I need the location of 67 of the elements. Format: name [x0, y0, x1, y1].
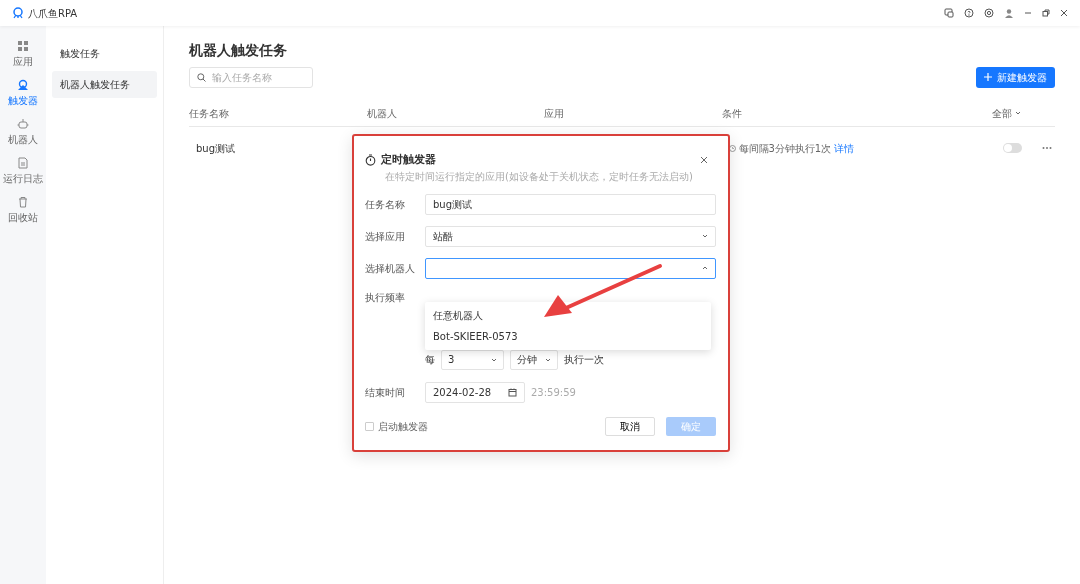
- calendar-icon: [508, 387, 517, 397]
- number-field[interactable]: 3: [441, 349, 504, 370]
- nav-item[interactable]: 触发器: [8, 79, 38, 108]
- search-field[interactable]: 输入任务名称: [189, 66, 313, 88]
- chevron-down-icon: [1015, 110, 1021, 117]
- search-icon: [197, 72, 206, 82]
- cancel-button[interactable]: 取消: [605, 416, 655, 436]
- user-avatar-icon[interactable]: [1004, 8, 1014, 18]
- app-title: 八爪鱼RPA: [28, 6, 78, 21]
- logo-icon: [12, 7, 24, 19]
- toggle-switch[interactable]: [1003, 143, 1022, 154]
- select-value: 站酷: [433, 229, 453, 244]
- column-header: 应用: [544, 107, 564, 119]
- minimize-icon[interactable]: [1024, 9, 1032, 17]
- trigger-icon: [17, 79, 29, 91]
- checkbox-label: 启动触发器: [378, 419, 428, 434]
- dialog-subtitle: 在特定时间运行指定的应用(如设备处于关机状态，定时任务无法启动): [385, 170, 693, 182]
- clock-icon: [729, 144, 736, 152]
- chat-icon[interactable]: [944, 8, 954, 18]
- text-field[interactable]: bug测试: [425, 193, 716, 215]
- select-field[interactable]: 站酷: [425, 225, 716, 247]
- dropdown-option[interactable]: 任意机器人: [425, 305, 491, 326]
- checkbox[interactable]: [365, 421, 374, 431]
- page-title: 机器人触发任务: [189, 42, 288, 59]
- trash-icon: [17, 196, 29, 208]
- chevron-down-icon: [491, 356, 497, 363]
- field-label: 执行频率: [365, 290, 406, 305]
- detail-link[interactable]: 详情: [833, 140, 854, 156]
- dialog-title: 定时触发器: [381, 152, 436, 168]
- close-icon[interactable]: [700, 156, 708, 165]
- document-icon: [17, 157, 29, 169]
- frequency-prefix: 每: [425, 353, 435, 367]
- frequency-suffix: 执行一次: [564, 353, 604, 367]
- unit-select[interactable]: 分钟: [510, 349, 558, 370]
- select-field[interactable]: [425, 257, 716, 279]
- close-icon[interactable]: [1060, 9, 1068, 17]
- robot-icon: [17, 118, 29, 130]
- more-icon[interactable]: [1042, 146, 1052, 151]
- new-trigger-button[interactable]: 新建触发器: [976, 66, 1055, 88]
- table-cell: bug测试: [196, 142, 236, 154]
- dropdown-option[interactable]: Bot-SKIEER-0573: [425, 326, 526, 347]
- help-icon[interactable]: [964, 8, 974, 18]
- time-text: 23:59:59: [531, 385, 576, 400]
- column-header: 机器人: [367, 107, 397, 119]
- chevron-down-icon: [702, 233, 708, 239]
- subnav-item[interactable]: 触发任务: [52, 40, 157, 67]
- timer-icon: [365, 154, 376, 167]
- field-label: 选择机器人: [365, 261, 416, 276]
- column-header: 任务名称: [189, 107, 229, 119]
- field-label: 选择应用: [365, 229, 406, 244]
- subnav-item[interactable]: 机器人触发任务: [52, 71, 157, 98]
- chevron-up-icon: [702, 265, 708, 271]
- condition-text: 每间隔3分钟执行1次: [738, 141, 832, 156]
- plus-icon: [984, 73, 992, 82]
- settings-icon[interactable]: [984, 8, 994, 18]
- field-label: 任务名称: [365, 197, 406, 212]
- column-header[interactable]: 全部: [992, 105, 1012, 121]
- date-field[interactable]: 2024-02-28: [425, 381, 525, 403]
- restore-icon[interactable]: [1042, 9, 1050, 17]
- nav-item[interactable]: 机器人: [8, 118, 38, 147]
- field-label: 结束时间: [365, 385, 406, 400]
- column-header: 条件: [722, 107, 742, 119]
- grid-icon: [17, 40, 29, 52]
- nav-item[interactable]: 运行日志: [3, 157, 43, 186]
- chevron-down-icon: [545, 356, 551, 363]
- nav-item[interactable]: 回收站: [8, 196, 38, 225]
- nav-item[interactable]: 应用: [13, 40, 33, 69]
